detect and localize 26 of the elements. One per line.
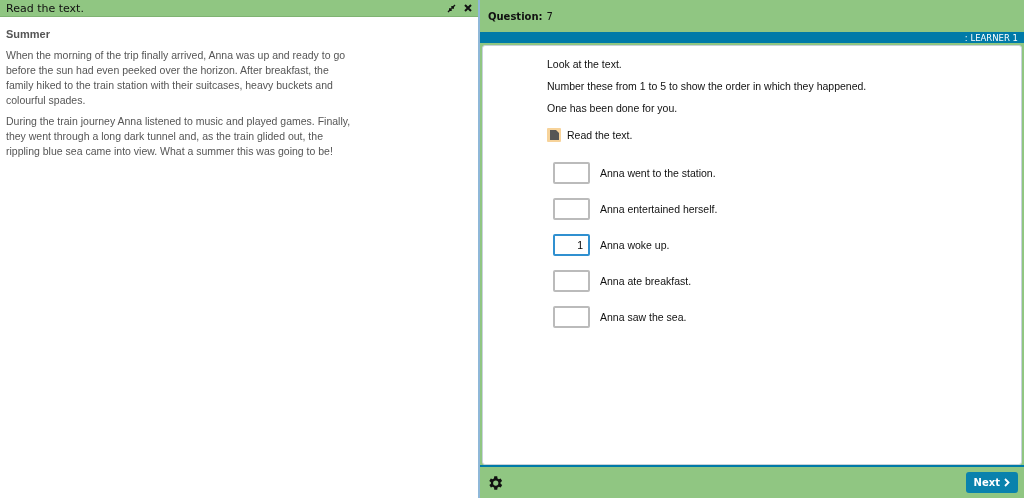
- instruction-text: One has been done for you.: [547, 102, 679, 114]
- question-number: 7: [546, 10, 553, 22]
- paragraph: During the train journey Anna listened to music and played games. Finally, they went through a long dark tunnel and, as the train glided out, the rippling blue sea came into view. What a summer this was going to be!: [6, 114, 351, 159]
- instruction-text: Look at the text.: [547, 58, 623, 70]
- chevron-icon: [1004, 478, 1010, 487]
- collapse-icon[interactable]: [447, 3, 456, 13]
- answer-label: Anna entertained herself.: [600, 203, 718, 215]
- instruction-text: Number these from 1 to 5 to show the order in which they happened.: [547, 80, 868, 92]
- answer-field[interactable]: [553, 198, 590, 220]
- answer-label: Anna went to the station.: [600, 167, 716, 179]
- question-label: Question:: [488, 10, 543, 22]
- panel-title: Read the text.: [6, 1, 85, 15]
- answer-label: Anna saw the sea.: [600, 311, 687, 323]
- source-link[interactable]: Read the text.: [567, 129, 633, 141]
- answer-field[interactable]: 1: [553, 234, 590, 256]
- close-icon[interactable]: [464, 4, 472, 12]
- next-button[interactable]: Next: [965, 472, 1018, 493]
- answer-field[interactable]: [553, 306, 590, 328]
- text-heading: Summer: [6, 27, 52, 42]
- answer-field[interactable]: [553, 270, 590, 292]
- document-icon[interactable]: [547, 128, 561, 142]
- answer-field[interactable]: [553, 162, 590, 184]
- paragraph: When the morning of the trip finally arrived, Anna was up and ready to go before the sun had even peeked over the horizon. After breakfast, the family hiked to the train station with their suitcases, heavy buckets and colourful spades.: [6, 48, 347, 108]
- answer-label: Anna ate breakfast.: [600, 275, 692, 287]
- learner-label: : LEARNER 1: [964, 32, 1018, 43]
- answer-label: Anna woke up.: [600, 239, 670, 251]
